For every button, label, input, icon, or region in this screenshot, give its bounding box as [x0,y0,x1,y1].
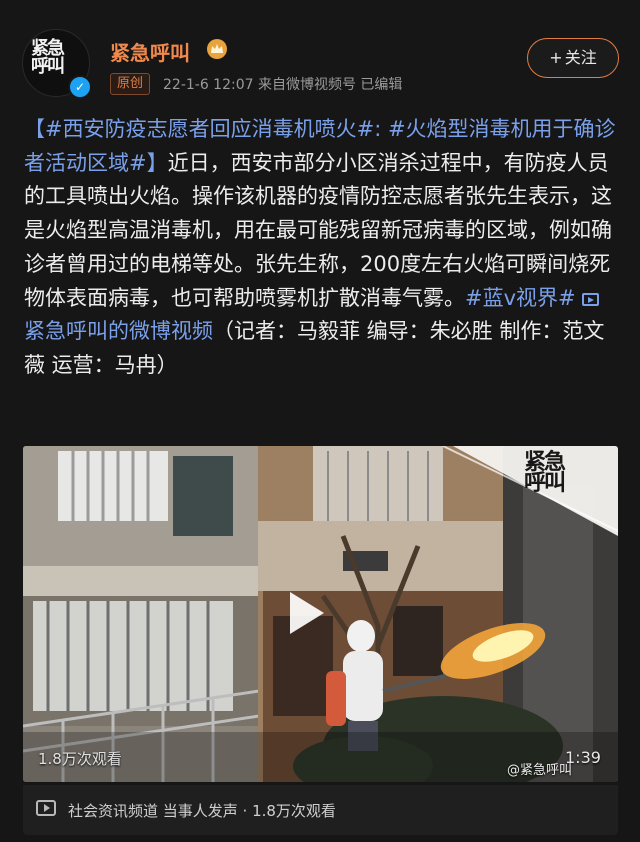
follow-button[interactable]: + 关注 [527,38,619,78]
original-tag: 原创 [110,73,151,95]
crown-badge-icon [207,39,227,59]
tv-channel-icon [36,800,56,816]
video-link-icon [582,292,600,306]
post-body: 【#西安防疫志愿者回应消毒机喷火#: #火焰型消毒机用于确诊者活动区域#】近日，… [24,113,618,383]
hashtag-lanv[interactable]: #蓝v视界# [465,286,576,310]
video-link-label: 紧急呼叫的微博视频 [24,319,213,344]
author-name[interactable]: 紧急呼叫 [110,37,190,66]
video-watermark: @紧急呼叫 [507,763,573,778]
play-icon[interactable] [290,592,324,634]
channel-info[interactable]: 社会资讯频道 当事人发声 · 1.8万次观看 [68,800,336,821]
avatar-logo-text: 紧急 呼叫 [31,38,65,77]
video-view-count: 1.8万次观看 [38,750,122,768]
follow-label: 关注 [564,48,597,67]
plus-icon: + [549,48,563,67]
video-corner-logo: 紧急 呼叫 [524,449,566,496]
post-meta: 22-1-6 12:07 来自微博视频号 已编辑 [163,77,403,93]
verified-badge-icon: ✓ [68,75,92,99]
